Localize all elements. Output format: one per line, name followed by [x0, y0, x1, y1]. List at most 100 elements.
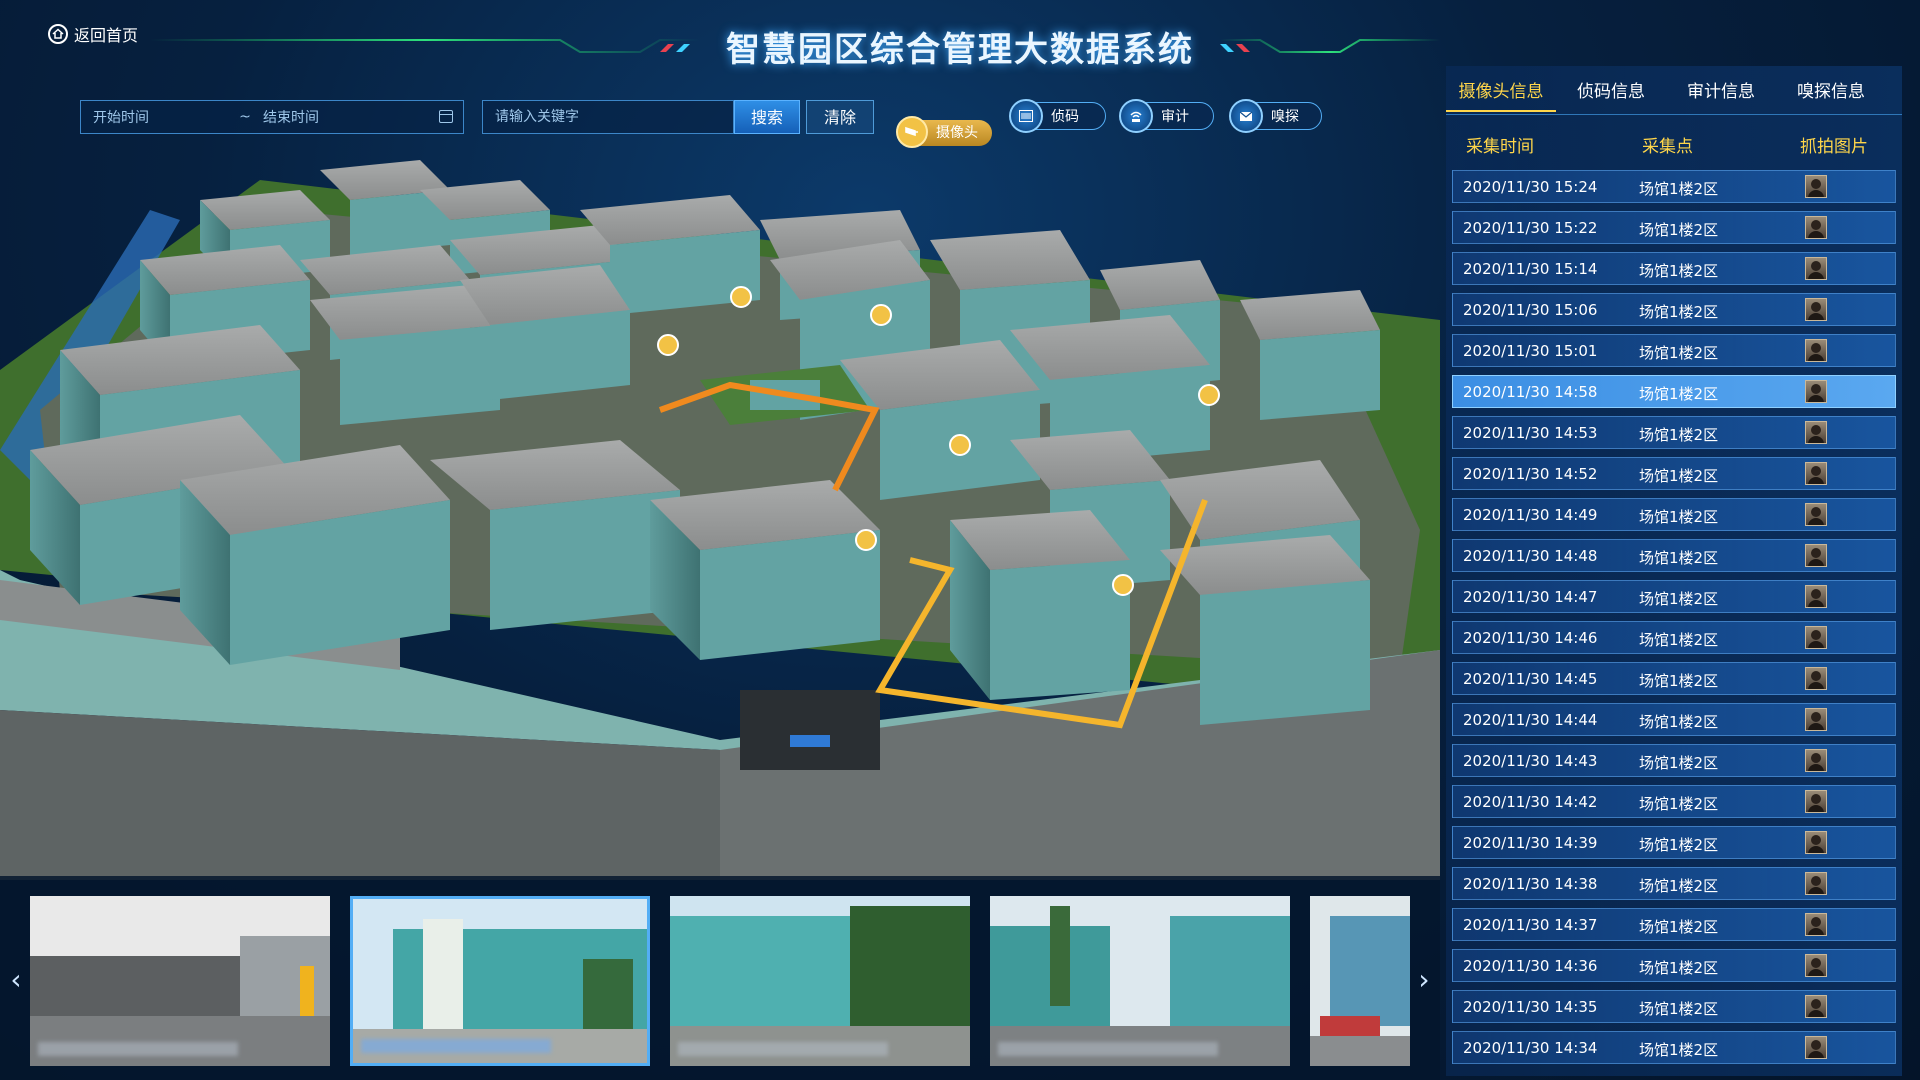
capture-time: 2020/11/30 14:46 — [1463, 629, 1598, 647]
snapshot-caption — [998, 1042, 1218, 1056]
snapshot-photo[interactable] — [1805, 585, 1827, 608]
capture-row[interactable]: 2020/11/30 14:43 场馆1楼2区 — [1452, 744, 1896, 777]
capture-row[interactable]: 2020/11/30 14:52 场馆1楼2区 — [1452, 457, 1896, 490]
snapshot-photo[interactable] — [1805, 667, 1827, 690]
park-3d-map[interactable] — [0, 150, 1440, 880]
snapshot-photo[interactable] — [1805, 831, 1827, 854]
start-time-field[interactable]: 开始时间 — [93, 107, 233, 127]
capture-time: 2020/11/30 14:34 — [1463, 1039, 1598, 1057]
capture-row[interactable]: 2020/11/30 14:42 场馆1楼2区 — [1452, 785, 1896, 818]
snapshot-thumbnail[interactable] — [990, 896, 1290, 1066]
tab-audit-info[interactable]: 审计信息 — [1666, 72, 1776, 112]
capture-row[interactable]: 2020/11/30 15:24 场馆1楼2区 — [1452, 170, 1896, 203]
sniff-layer-label: 嗅探 — [1271, 109, 1299, 125]
capture-point: 场馆1楼2区 — [1639, 549, 1719, 567]
snapshot-photo[interactable] — [1805, 708, 1827, 731]
tab-detect-info[interactable]: 侦码信息 — [1556, 72, 1666, 112]
keyword-input[interactable]: 请输入关键字 — [482, 100, 734, 134]
capture-time: 2020/11/30 15:24 — [1463, 178, 1598, 196]
capture-row[interactable]: 2020/11/30 14:47 场馆1楼2区 — [1452, 580, 1896, 613]
capture-point: 场馆1楼2区 — [1639, 713, 1719, 731]
tab-camera-info[interactable]: 摄像头信息 — [1446, 72, 1556, 112]
capture-row[interactable]: 2020/11/30 14:36 场馆1楼2区 — [1452, 949, 1896, 982]
capture-row[interactable]: 2020/11/30 14:53 场馆1楼2区 — [1452, 416, 1896, 449]
date-range-picker[interactable]: 开始时间 ~ 结束时间 — [80, 100, 464, 134]
capture-row[interactable]: 2020/11/30 15:06 场馆1楼2区 — [1452, 293, 1896, 326]
snapshot-thumbnail[interactable] — [1310, 896, 1410, 1066]
capture-row[interactable]: 2020/11/30 15:22 场馆1楼2区 — [1452, 211, 1896, 244]
detect-layer-toggle[interactable]: 侦码 — [1009, 99, 1106, 133]
capture-row[interactable]: 2020/11/30 14:35 场馆1楼2区 — [1452, 990, 1896, 1023]
snapshot-thumbnail[interactable] — [670, 896, 970, 1066]
snapshot-photo[interactable] — [1805, 380, 1827, 403]
capture-time: 2020/11/30 14:44 — [1463, 711, 1598, 729]
snapshot-photo[interactable] — [1805, 1036, 1827, 1059]
snapshot-photo[interactable] — [1805, 544, 1827, 567]
snapshot-photo[interactable] — [1805, 298, 1827, 321]
capture-point: 场馆1楼2区 — [1639, 344, 1719, 362]
capture-point: 场馆1楼2区 — [1639, 508, 1719, 526]
capture-row[interactable]: 2020/11/30 14:45 场馆1楼2区 — [1452, 662, 1896, 695]
col-capture-point: 采集点 — [1642, 137, 1693, 157]
barcode-icon — [1009, 99, 1043, 133]
capture-time: 2020/11/30 14:48 — [1463, 547, 1598, 565]
capture-row[interactable]: 2020/11/30 14:38 场馆1楼2区 — [1452, 867, 1896, 900]
capture-point: 场馆1楼2区 — [1639, 631, 1719, 649]
tab-sniff-info[interactable]: 嗅探信息 — [1776, 72, 1886, 112]
snapshot-photo[interactable] — [1805, 462, 1827, 485]
home-link[interactable]: 返回首页 — [48, 22, 138, 46]
snapshot-photo[interactable] — [1805, 749, 1827, 772]
capture-point: 场馆1楼2区 — [1639, 672, 1719, 690]
snapshot-photo[interactable] — [1805, 339, 1827, 362]
capture-time: 2020/11/30 15:06 — [1463, 301, 1598, 319]
capture-time: 2020/11/30 15:22 — [1463, 219, 1598, 237]
chevron-left-icon[interactable]: ‹ — [6, 960, 26, 1000]
end-time-field[interactable]: 结束时间 — [263, 107, 423, 127]
snapshot-strip — [0, 876, 1440, 1080]
capture-row[interactable]: 2020/11/30 15:14 场馆1楼2区 — [1452, 252, 1896, 285]
snapshot-photo[interactable] — [1805, 913, 1827, 936]
capture-row[interactable]: 2020/11/30 15:01 场馆1楼2区 — [1452, 334, 1896, 367]
clear-button[interactable]: 清除 — [806, 100, 874, 134]
capture-time: 2020/11/30 14:35 — [1463, 998, 1598, 1016]
snapshot-photo[interactable] — [1805, 790, 1827, 813]
capture-list: 2020/11/30 15:24 场馆1楼2区 2020/11/30 15:22 场馆… — [1452, 170, 1896, 1072]
snapshot-caption — [361, 1039, 551, 1053]
capture-row[interactable]: 2020/11/30 14:49 场馆1楼2区 — [1452, 498, 1896, 531]
page-title: 智慧园区综合管理大数据系统 — [726, 30, 1194, 70]
search-button[interactable]: 搜索 — [734, 100, 800, 134]
capture-time: 2020/11/30 14:49 — [1463, 506, 1598, 524]
capture-point: 场馆1楼2区 — [1639, 303, 1719, 321]
capture-row[interactable]: 2020/11/30 14:44 场馆1楼2区 — [1452, 703, 1896, 736]
capture-row[interactable]: 2020/11/30 14:48 场馆1楼2区 — [1452, 539, 1896, 572]
info-panel: 摄像头信息 侦码信息 审计信息 嗅探信息 采集时间 采集点 抓拍图片 2020/… — [1446, 66, 1902, 1076]
chevron-right-icon[interactable]: › — [1414, 960, 1434, 1000]
snapshot-photo[interactable] — [1805, 954, 1827, 977]
capture-row[interactable]: 2020/11/30 14:46 场馆1楼2区 — [1452, 621, 1896, 654]
snapshot-photo[interactable] — [1805, 257, 1827, 280]
capture-time: 2020/11/30 14:37 — [1463, 916, 1598, 934]
tabs-divider — [1446, 114, 1902, 115]
snapshot-thumbnail[interactable] — [30, 896, 330, 1066]
camera-layer-toggle[interactable]: 摄像头 — [896, 116, 992, 148]
snapshot-photo[interactable] — [1805, 995, 1827, 1018]
capture-row-selected[interactable]: 2020/11/30 14:58 场馆1楼2区 — [1452, 375, 1896, 408]
snapshot-photo[interactable] — [1805, 216, 1827, 239]
sniff-layer-toggle[interactable]: 嗅探 — [1229, 99, 1322, 133]
col-snapshot: 抓拍图片 — [1800, 137, 1868, 157]
snapshot-photo[interactable] — [1805, 503, 1827, 526]
snapshot-photo[interactable] — [1805, 421, 1827, 444]
snapshot-photo[interactable] — [1805, 872, 1827, 895]
calendar-icon[interactable] — [439, 110, 453, 123]
snapshot-thumbnail-selected[interactable] — [350, 896, 650, 1066]
snapshot-photo[interactable] — [1805, 175, 1827, 198]
audit-layer-toggle[interactable]: 审计 — [1119, 99, 1214, 133]
capture-point: 场馆1楼2区 — [1639, 1000, 1719, 1018]
snapshot-photo[interactable] — [1805, 626, 1827, 649]
range-separator: ~ — [239, 109, 251, 125]
capture-time: 2020/11/30 14:45 — [1463, 670, 1598, 688]
capture-row[interactable]: 2020/11/30 14:37 场馆1楼2区 — [1452, 908, 1896, 941]
capture-time: 2020/11/30 14:52 — [1463, 465, 1598, 483]
capture-row[interactable]: 2020/11/30 14:34 场馆1楼2区 — [1452, 1031, 1896, 1064]
capture-row[interactable]: 2020/11/30 14:39 场馆1楼2区 — [1452, 826, 1896, 859]
